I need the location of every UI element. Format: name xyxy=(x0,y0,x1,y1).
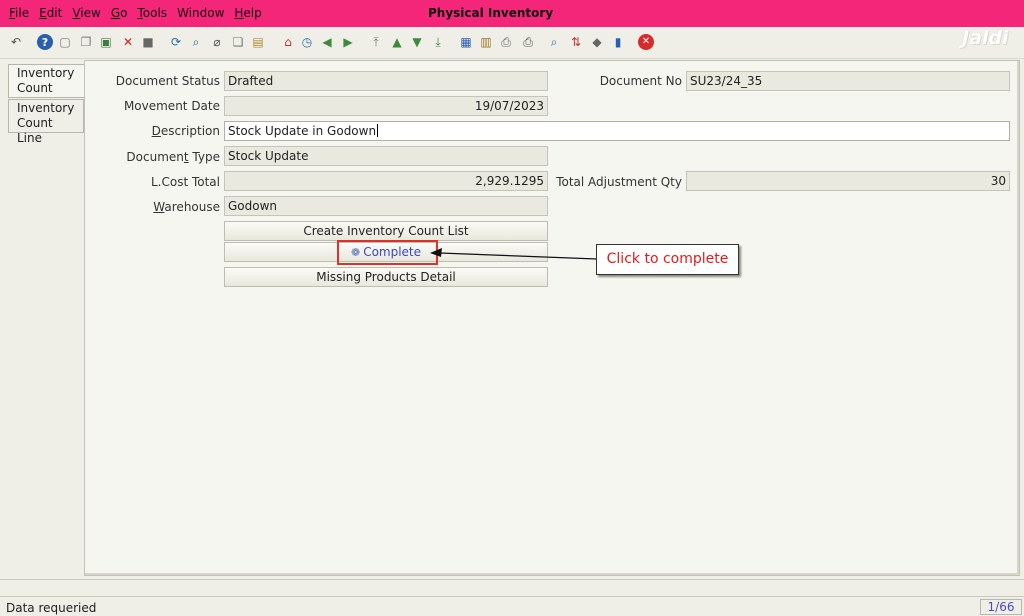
menu-go[interactable]: Go xyxy=(106,6,133,20)
menu-window[interactable]: Window xyxy=(172,6,229,20)
annotation-arrow xyxy=(430,248,598,260)
text-caret xyxy=(377,124,379,137)
close-window-icon[interactable]: ✕ xyxy=(638,34,654,50)
new-record-icon[interactable]: ▢ xyxy=(57,34,73,50)
document-no-field[interactable]: SU23/24_35 xyxy=(686,71,1010,91)
missing-products-detail-button[interactable]: Missing Products Detail xyxy=(224,267,548,287)
record-count[interactable]: 1/66 xyxy=(980,599,1022,615)
movement-date-field[interactable]: 19/07/2023 xyxy=(224,96,548,116)
detail-record-icon[interactable]: ▶ xyxy=(340,34,356,50)
history-icon[interactable]: ▤ xyxy=(250,34,266,50)
help-icon[interactable]: ? xyxy=(37,34,53,50)
product-info-icon[interactable]: ◆ xyxy=(589,34,605,50)
window-title: Physical Inventory xyxy=(428,6,554,20)
menu-edit[interactable]: Edit xyxy=(34,6,67,20)
copy-record-icon[interactable]: ❐ xyxy=(78,34,94,50)
previous-record-icon[interactable]: ▲ xyxy=(389,34,405,50)
document-type-label: Document Type xyxy=(126,150,220,164)
menu-tools[interactable]: Tools xyxy=(132,6,172,20)
status-message: Data requeried xyxy=(6,601,97,615)
print-icon[interactable]: ⎙ xyxy=(520,34,536,50)
undo-icon[interactable]: ↶ xyxy=(8,34,24,50)
tab-label: Inventory xyxy=(17,101,75,115)
warehouse-label: Warehouse xyxy=(153,200,220,214)
menu-file[interactable]: File xyxy=(4,6,34,20)
lcost-total-label: L.Cost Total xyxy=(150,175,220,189)
document-type-field[interactable]: Stock Update xyxy=(224,146,548,166)
tab-label: Inventory xyxy=(17,66,75,80)
menu-icon[interactable]: ◷ xyxy=(299,34,315,50)
watermark-logo: Jaldi xyxy=(962,27,1009,49)
request-icon[interactable]: ▮ xyxy=(610,34,626,50)
delete-selection-icon[interactable]: ■ xyxy=(140,34,156,50)
movement-date-label: Movement Date xyxy=(123,99,220,113)
refresh-icon[interactable]: ⟳ xyxy=(168,34,184,50)
tab-inventory-count-line[interactable]: Inventory Count Line xyxy=(8,99,84,145)
create-inventory-count-list-button[interactable]: Create Inventory Count List xyxy=(224,221,548,241)
document-status-label: Document Status xyxy=(115,74,220,88)
tab-label: Count Line xyxy=(17,116,53,145)
chat-icon[interactable]: ❏ xyxy=(230,34,246,50)
next-record-icon[interactable]: ▼ xyxy=(409,34,425,50)
save-icon[interactable]: ▣ xyxy=(98,34,114,50)
report-icon[interactable]: ▦ xyxy=(458,34,474,50)
tab-label: Count xyxy=(17,81,53,95)
workflow-icon[interactable]: ⇅ xyxy=(568,34,584,50)
description-input[interactable]: Stock Update in Godown xyxy=(224,121,1010,141)
home-icon[interactable]: ⌂ xyxy=(280,34,296,50)
tab-inventory-count[interactable]: Inventory Count xyxy=(8,64,84,98)
find-icon[interactable]: ⌕ xyxy=(188,34,204,50)
lcost-total-field[interactable]: 2,929.1295 xyxy=(224,171,548,191)
parent-record-icon[interactable]: ◀ xyxy=(319,34,335,50)
highlight-box xyxy=(337,240,438,265)
warehouse-field[interactable]: Godown xyxy=(224,196,548,216)
zoom-icon[interactable]: ⌕ xyxy=(546,34,562,50)
document-status-field[interactable]: Drafted xyxy=(224,71,548,91)
attachment-icon[interactable]: ⌀ xyxy=(209,34,225,50)
menu-view[interactable]: View xyxy=(67,6,105,20)
delete-icon[interactable]: ✕ xyxy=(120,34,136,50)
description-label: Description xyxy=(151,124,220,138)
archive-icon[interactable]: ▥ xyxy=(478,34,494,50)
total-adjustment-qty-label: Total Adjustment Qty xyxy=(556,175,682,189)
title-bar: File Edit View Go Tools Window Help Phys… xyxy=(0,0,1024,27)
last-record-icon[interactable]: ⤓ xyxy=(430,34,446,50)
document-no-label: Document No xyxy=(599,74,682,88)
menu-bar: File Edit View Go Tools Window Help xyxy=(4,6,267,20)
print-preview-icon[interactable]: ⎙ xyxy=(498,34,514,50)
first-record-icon[interactable]: ⤒ xyxy=(368,34,384,50)
status-divider xyxy=(0,579,1024,595)
menu-help[interactable]: Help xyxy=(229,6,266,20)
status-bar: Data requeried 1/66 xyxy=(0,596,1024,616)
total-adjustment-qty-field[interactable]: 30 xyxy=(686,171,1010,191)
toolbar: ↶? ▢ ❐ ▣ ✕ ■ ⟳ ⌕ ⌀ ❏ ▤ ⌂ ◷ ◀ ▶ ⤒ ▲ ▼ ⤓ ▦ ▥ ⎙ ⎙ ⌕ ⇅ ◆ ▮ ✕ xyxy=(0,27,1024,59)
callout-click-to-complete: Click to complete xyxy=(596,244,739,275)
